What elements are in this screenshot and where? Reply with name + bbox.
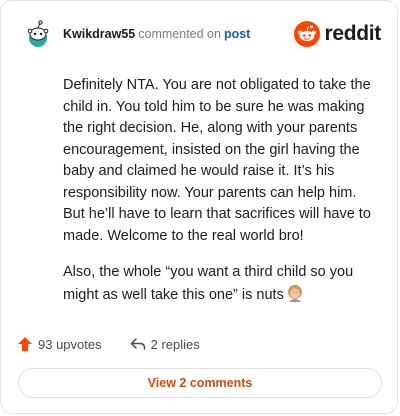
- comment-paragraph-2: Also, the whole “you want a third child …: [63, 262, 379, 309]
- user-avatar[interactable]: [23, 19, 53, 49]
- comment-paragraph-1: Definitely NTA. You are not obligated to…: [63, 77, 371, 244]
- comment-header: Kwikdraw55 commented on post reddit: [23, 19, 383, 49]
- replies-count: 2 replies: [150, 336, 200, 352]
- comment-paragraph-2-text: Also, the whole “you want a third child …: [63, 264, 354, 303]
- upvote-arrow-icon: [18, 337, 32, 351]
- upvote-button[interactable]: 93 upvotes: [17, 336, 102, 352]
- reddit-brand: reddit: [294, 20, 381, 48]
- comment-body: Definitely NTA. You are not obligated to…: [63, 75, 379, 324]
- comment-author[interactable]: Kwikdraw55: [63, 27, 135, 41]
- commented-on-text: commented on: [138, 27, 221, 41]
- woman-facepalming-emoji-icon: [286, 284, 304, 310]
- snoo-avatar-icon: [23, 19, 53, 49]
- comment-actions: 93 upvotes 2 replies: [17, 334, 200, 354]
- replies-button[interactable]: 2 replies: [130, 336, 200, 352]
- reply-arrow-icon: [130, 338, 145, 350]
- comment-meta: Kwikdraw55 commented on post: [63, 27, 250, 41]
- view-comments-button[interactable]: View 2 comments: [18, 368, 382, 398]
- reddit-wordmark: reddit: [324, 22, 381, 45]
- comment-card: Kwikdraw55 commented on post reddit Defini…: [0, 0, 398, 414]
- upvote-count: 93 upvotes: [38, 336, 102, 352]
- post-link[interactable]: post: [224, 27, 250, 41]
- reddit-logo-icon: [294, 21, 321, 47]
